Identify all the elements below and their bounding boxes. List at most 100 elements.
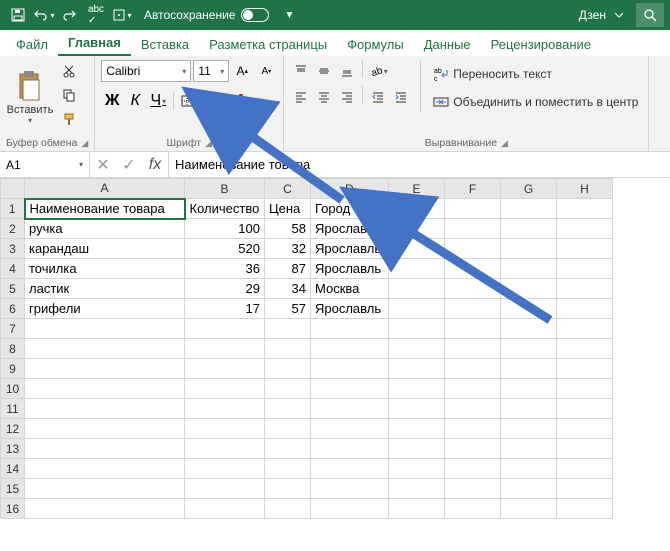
cell[interactable] — [185, 339, 265, 359]
font-size-dropdown[interactable]: 11▾ — [193, 60, 229, 82]
cell[interactable] — [311, 379, 389, 399]
cell[interactable]: Цена — [265, 199, 311, 219]
cell[interactable] — [389, 459, 445, 479]
column-header[interactable]: E — [389, 179, 445, 199]
cell[interactable] — [389, 359, 445, 379]
dialog-launcher-icon[interactable]: ◢ — [205, 138, 212, 149]
cell[interactable] — [185, 419, 265, 439]
cell[interactable] — [445, 239, 501, 259]
orientation-icon[interactable]: ab▾ — [367, 60, 389, 82]
cell[interactable] — [501, 259, 557, 279]
cell[interactable] — [445, 499, 501, 519]
cell[interactable] — [311, 339, 389, 359]
fill-color-button[interactable]: ▾ — [209, 90, 231, 112]
cell[interactable] — [557, 499, 613, 519]
cell[interactable] — [185, 459, 265, 479]
align-middle-icon[interactable] — [313, 60, 335, 82]
cell[interactable] — [389, 239, 445, 259]
cell[interactable] — [445, 259, 501, 279]
cell[interactable] — [445, 219, 501, 239]
cell[interactable] — [557, 339, 613, 359]
row-header[interactable]: 16 — [1, 499, 25, 519]
cell[interactable] — [501, 239, 557, 259]
align-right-icon[interactable] — [336, 86, 358, 108]
cell[interactable] — [25, 359, 185, 379]
increase-indent-icon[interactable] — [390, 86, 412, 108]
cell[interactable] — [501, 359, 557, 379]
qat-more-icon[interactable]: ▼ — [277, 3, 301, 27]
cell[interactable] — [389, 199, 445, 219]
row-header[interactable]: 4 — [1, 259, 25, 279]
tab-review[interactable]: Рецензирование — [481, 33, 601, 56]
cell[interactable] — [265, 379, 311, 399]
autosave-toggle[interactable]: Автосохранение — [144, 8, 269, 22]
borders-button[interactable]: ▾ — [178, 90, 200, 112]
cell[interactable] — [557, 299, 613, 319]
cell[interactable] — [311, 419, 389, 439]
cell[interactable]: 17 — [185, 299, 265, 319]
cell[interactable] — [501, 419, 557, 439]
row-header[interactable]: 11 — [1, 399, 25, 419]
cell[interactable] — [557, 479, 613, 499]
tab-home[interactable]: Главная — [58, 31, 131, 56]
tab-insert[interactable]: Вставка — [131, 33, 199, 56]
cell[interactable] — [557, 239, 613, 259]
align-center-icon[interactable] — [313, 86, 335, 108]
cell[interactable] — [445, 339, 501, 359]
cell[interactable] — [25, 479, 185, 499]
cell[interactable] — [445, 279, 501, 299]
cell[interactable] — [445, 359, 501, 379]
cell[interactable] — [389, 379, 445, 399]
cell[interactable] — [501, 439, 557, 459]
cell[interactable] — [501, 319, 557, 339]
toggle-switch-icon[interactable] — [241, 8, 269, 22]
paste-button[interactable]: Вставить ▾ — [6, 60, 54, 135]
tab-data[interactable]: Данные — [414, 33, 481, 56]
cell[interactable]: 34 — [265, 279, 311, 299]
cell[interactable] — [265, 319, 311, 339]
cell[interactable]: 58 — [265, 219, 311, 239]
cell[interactable] — [185, 499, 265, 519]
column-header[interactable]: A — [25, 179, 185, 199]
cell[interactable] — [25, 379, 185, 399]
cell[interactable]: 87 — [265, 259, 311, 279]
row-header[interactable]: 12 — [1, 419, 25, 439]
cell[interactable]: 32 — [265, 239, 311, 259]
cell[interactable] — [501, 459, 557, 479]
tab-formulas[interactable]: Формулы — [337, 33, 414, 56]
cell[interactable] — [389, 419, 445, 439]
cell[interactable] — [25, 459, 185, 479]
cell[interactable] — [265, 439, 311, 459]
cell[interactable] — [445, 299, 501, 319]
cell[interactable] — [265, 359, 311, 379]
cell[interactable] — [445, 479, 501, 499]
row-header[interactable]: 10 — [1, 379, 25, 399]
cell[interactable] — [445, 199, 501, 219]
cell[interactable] — [25, 439, 185, 459]
save-icon[interactable] — [6, 3, 30, 27]
cell[interactable] — [25, 499, 185, 519]
cell[interactable] — [185, 479, 265, 499]
cell[interactable] — [265, 419, 311, 439]
cell[interactable] — [25, 399, 185, 419]
spellcheck-icon[interactable]: abc✓ — [84, 3, 108, 27]
undo-icon[interactable]: ▾ — [32, 3, 56, 27]
format-painter-icon[interactable] — [58, 108, 80, 130]
row-header[interactable]: 7 — [1, 319, 25, 339]
tab-file[interactable]: Файл — [6, 33, 58, 56]
cell[interactable] — [311, 359, 389, 379]
cell[interactable]: Ярославль — [311, 239, 389, 259]
cell[interactable]: грифели — [25, 299, 185, 319]
cell[interactable] — [25, 319, 185, 339]
cell[interactable] — [265, 459, 311, 479]
row-header[interactable]: 1 — [1, 199, 25, 219]
cell[interactable] — [265, 399, 311, 419]
cell[interactable] — [557, 199, 613, 219]
cell[interactable] — [389, 339, 445, 359]
cell[interactable] — [185, 359, 265, 379]
cell[interactable] — [557, 219, 613, 239]
cell[interactable] — [389, 219, 445, 239]
cell[interactable]: карандаш — [25, 239, 185, 259]
cell[interactable] — [557, 319, 613, 339]
font-name-dropdown[interactable]: Calibri▾ — [101, 60, 191, 82]
